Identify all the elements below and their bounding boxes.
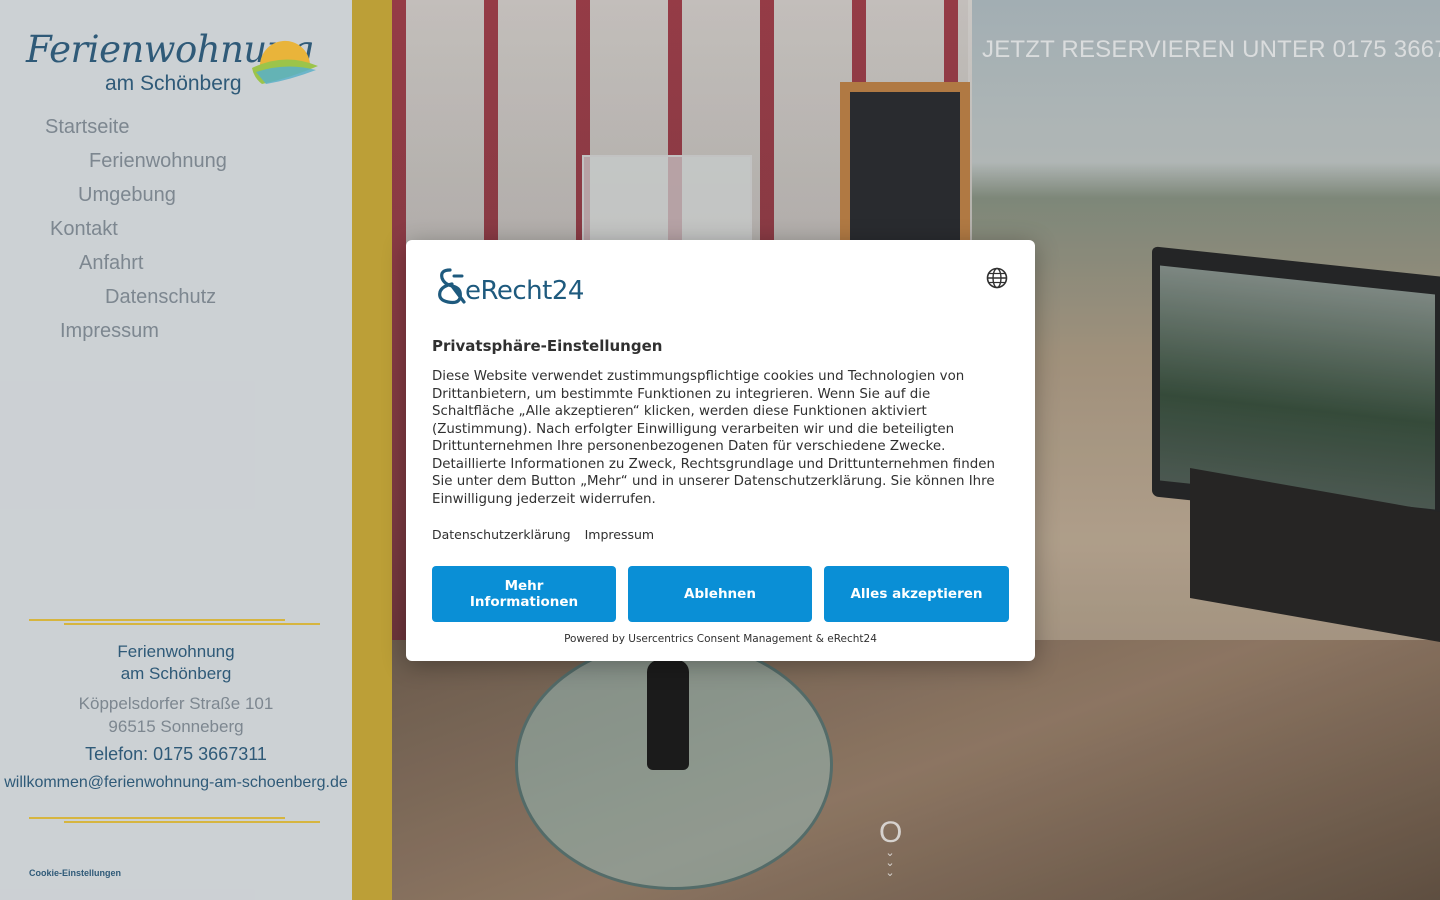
accept-all-button[interactable]: Alles akzeptieren <box>824 566 1009 622</box>
consent-title: Privatsphäre-Einstellungen <box>432 337 663 355</box>
erecht24-wordmark: eRecht24 <box>465 276 584 306</box>
consent-body-text: Diese Website verwendet zustimmungspflic… <box>432 369 995 507</box>
more-info-button[interactable]: Mehr Informationen <box>432 566 616 622</box>
powered-by-text: Powered by Usercentrics Consent Manageme… <box>564 633 877 645</box>
erecht24-ampersand-icon <box>438 268 466 305</box>
more-info-label: Mehr Informationen <box>469 578 579 610</box>
globe-icon[interactable] <box>986 267 1008 289</box>
deny-button[interactable]: Ablehnen <box>628 566 812 622</box>
erecht24-logo: eRecht24 <box>432 266 612 306</box>
consent-links: Datenschutzerklärung Impressum <box>432 527 664 542</box>
imprint-link[interactable]: Impressum <box>585 527 654 542</box>
privacy-policy-link[interactable]: Datenschutzerklärung <box>432 527 571 542</box>
consent-dialog: eRecht24 Privatsphäre-Einstellungen Dies… <box>406 240 1035 661</box>
